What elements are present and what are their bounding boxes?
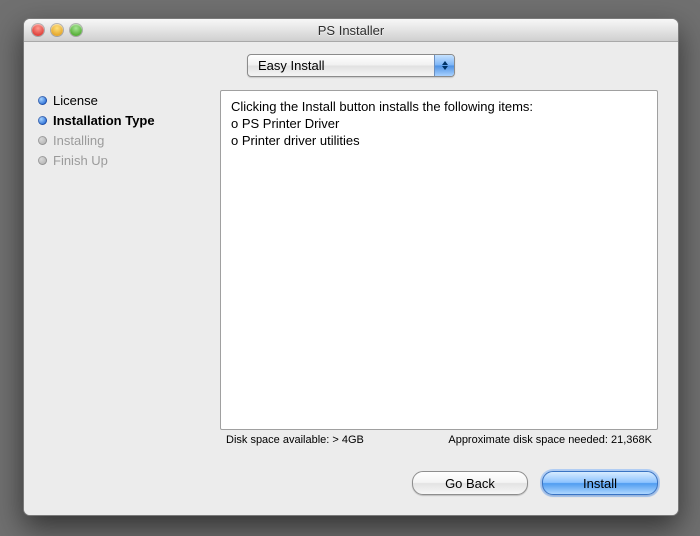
content-pane: Clicking the Install button installs the… [220, 90, 658, 430]
sidebar-item-label: Installing [53, 133, 104, 148]
step-bullet-icon [38, 156, 47, 165]
sidebar-item-finish-up: Finish Up [38, 150, 206, 170]
button-row: Go Back Install [412, 471, 658, 495]
window-title: PS Installer [24, 23, 678, 38]
chevron-updown-icon [434, 55, 454, 76]
list-item: Printer driver utilities [231, 133, 647, 150]
content-intro: Clicking the Install button installs the… [231, 99, 647, 116]
steps-sidebar: License Installation Type Installing Fin… [38, 90, 206, 170]
sidebar-item-label: Installation Type [53, 113, 155, 128]
list-item: PS Printer Driver [231, 116, 647, 133]
disk-info-row: Disk space available: > 4GB Approximate … [220, 434, 658, 446]
zoom-icon[interactable] [70, 24, 82, 36]
disk-available: Disk space available: > 4GB [226, 434, 364, 446]
step-bullet-icon [38, 136, 47, 145]
minimize-icon[interactable] [51, 24, 63, 36]
button-label: Go Back [445, 476, 495, 491]
sidebar-item-label: License [53, 93, 98, 108]
dropdown-selected: Easy Install [258, 58, 324, 73]
go-back-button[interactable]: Go Back [412, 471, 528, 495]
close-icon[interactable] [32, 24, 44, 36]
step-bullet-icon [38, 96, 47, 105]
install-type-dropdown[interactable]: Easy Install [247, 54, 455, 77]
titlebar[interactable]: PS Installer [24, 19, 678, 42]
install-button[interactable]: Install [542, 471, 658, 495]
sidebar-item-label: Finish Up [53, 153, 108, 168]
disk-needed: Approximate disk space needed: 21,368K [448, 434, 652, 446]
sidebar-item-license: License [38, 90, 206, 110]
button-label: Install [583, 476, 617, 491]
window-body: Easy Install License Installation Type I… [24, 42, 678, 515]
installer-window: PS Installer Easy Install License Instal… [23, 18, 679, 516]
step-bullet-icon [38, 116, 47, 125]
window-controls [32, 24, 82, 36]
sidebar-item-installing: Installing [38, 130, 206, 150]
sidebar-item-installation-type: Installation Type [38, 110, 206, 130]
